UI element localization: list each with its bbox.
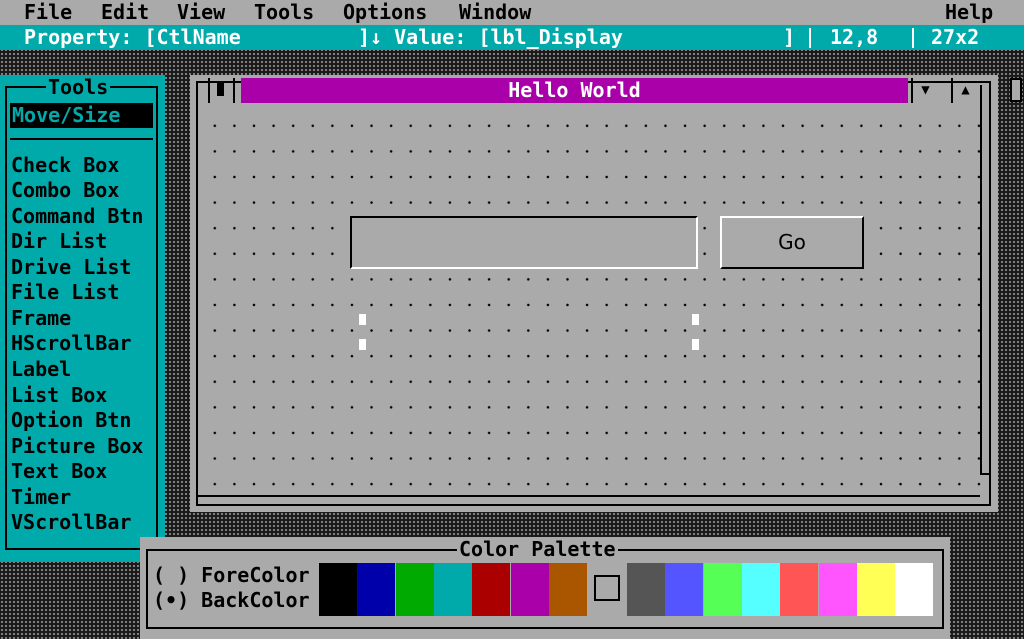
color-swatch[interactable] [627,563,665,616]
selection-handle[interactable] [692,314,699,325]
menu-file[interactable]: File [24,0,72,25]
tool-file-list[interactable]: File List [11,280,119,305]
tool-vscrollbar[interactable]: VScrollBar [11,510,131,535]
design-grid[interactable] [198,109,983,498]
color-swatch[interactable] [780,563,819,616]
color-swatch[interactable] [818,563,857,616]
color-swatch[interactable] [319,563,357,616]
tool-picture-box[interactable]: Picture Box [11,434,143,459]
color-swatch[interactable] [510,563,549,616]
control-menu-box[interactable] [208,78,235,103]
form-title[interactable]: Hello World [241,78,908,103]
position-readout: 12,8 [830,25,879,49]
color-swatch[interactable] [665,563,704,616]
menu-help[interactable]: Help [945,0,993,25]
tool-timer[interactable]: Timer [11,485,71,510]
tools-title: Tools [46,75,111,99]
color-swatch[interactable] [548,563,587,616]
color-palette-panel: Color Palette ( ) ForeColor (•) BackColo… [140,537,950,639]
tool-hscrollbar[interactable]: HScrollBar [11,331,131,356]
vertical-scrollbar[interactable] [1010,78,1022,102]
maximize-button[interactable]: ▲ [951,78,978,103]
menu-window[interactable]: Window [459,0,531,25]
tool-drive-list[interactable]: Drive List [11,255,131,280]
tool-label[interactable]: Label [11,357,71,382]
forecolor-option[interactable]: ( ) ForeColor [153,563,310,588]
size-readout: 27x2 [931,25,980,49]
go-button[interactable]: Go [720,216,864,269]
menu-tools[interactable]: Tools [254,0,314,25]
tool-move-size[interactable]: Move/Size [10,103,153,128]
resize-corner[interactable] [980,473,990,475]
tool-text-box[interactable]: Text Box [11,459,107,484]
property-value[interactable]: ]↓ Value: [lbl_Display [358,25,623,50]
tool-option-btn[interactable]: Option Btn [11,408,131,433]
tool-dir-list[interactable]: Dir List [11,229,107,254]
form-right-border [980,85,982,475]
control-menu-icon [217,83,224,96]
tools-panel: Tools Move/Size Check Box Combo Box Comm… [0,75,165,562]
menu-options[interactable]: Options [343,0,427,25]
menu-bar: File Edit View Tools Options Window Help [0,0,1024,25]
color-swatch[interactable] [703,563,742,616]
selection-handle[interactable] [359,314,366,325]
color-swatch[interactable] [741,563,780,616]
color-swatch[interactable] [395,563,434,616]
selection-handle[interactable] [692,339,699,350]
default-color-swatch[interactable] [594,575,620,601]
color-swatch[interactable] [433,563,472,616]
form-window[interactable]: Hello World ▼ ▲ Go [190,75,998,512]
property-bar: Property: [CtlName ]↓ Value: [lbl_Displa… [0,25,1024,50]
display-textbox[interactable] [350,216,698,269]
property-value-close: ] [783,25,796,49]
tool-combo-box[interactable]: Combo Box [11,178,119,203]
menu-edit[interactable]: Edit [101,0,149,25]
tool-frame[interactable]: Frame [11,306,71,331]
menu-view[interactable]: View [177,0,225,25]
color-swatch[interactable] [895,563,934,616]
color-palette-title: Color Palette [457,537,618,561]
color-swatch[interactable] [472,563,511,616]
property-separator [809,28,811,48]
tool-list-box[interactable]: List Box [11,383,107,408]
property-separator [912,28,914,48]
minimize-button[interactable]: ▼ [911,78,938,103]
tool-check-box[interactable]: Check Box [11,153,119,178]
color-swatch[interactable] [357,563,396,616]
property-selector[interactable]: Property: [CtlName [24,25,241,50]
selection-handle[interactable] [359,339,366,350]
backcolor-option[interactable]: (•) BackColor [153,588,310,613]
form-bottom-border [198,495,980,497]
tools-divider [10,138,153,140]
color-swatch[interactable] [856,563,895,616]
tool-command-btn[interactable]: Command Btn [11,204,143,229]
